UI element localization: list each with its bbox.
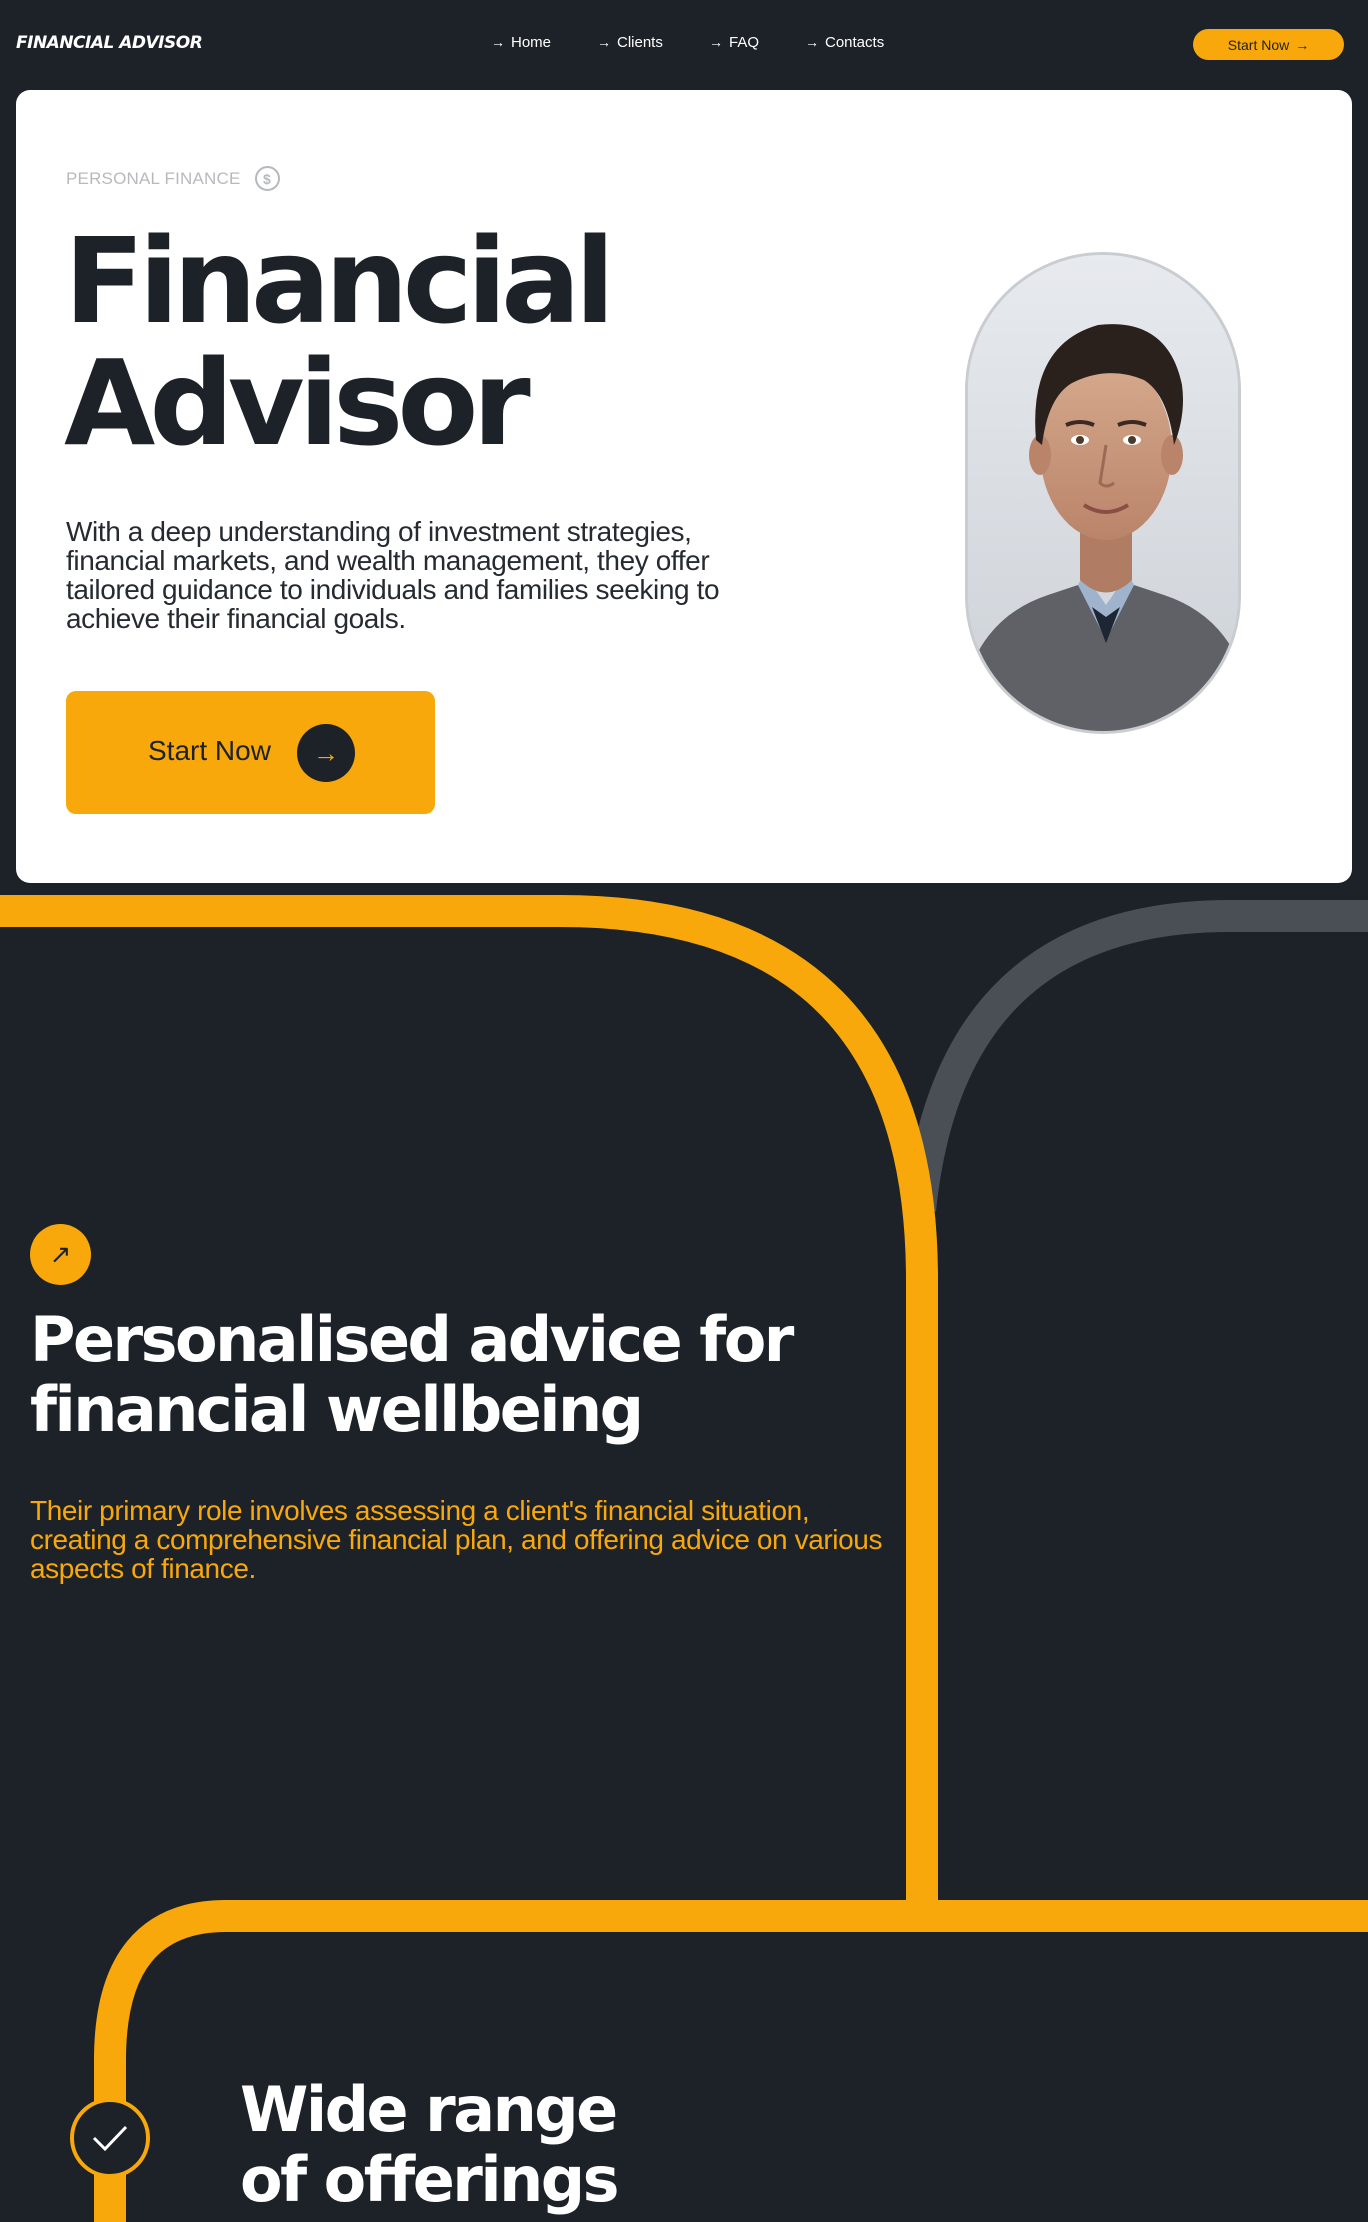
hero-title-line-2: Advisor — [64, 334, 531, 472]
personalised-advice-description: Their primary role involves assessing a … — [30, 1495, 883, 1584]
arrow-right-icon: → — [1295, 36, 1310, 53]
nav-link-label: Contacts — [825, 34, 885, 51]
hero-title: Financial Advisor — [64, 212, 615, 472]
arrow-up-right-icon: ↗ — [30, 1224, 91, 1285]
offerings-title: Wide range of offerings — [240, 2075, 740, 2215]
nav-cta-label: Start Now — [1227, 36, 1290, 53]
eyebrow-label: PERSONAL FINANCE — [66, 168, 241, 188]
start-now-hero-button[interactable]: Start Now → — [66, 691, 435, 814]
arrow-right-icon: → — [709, 34, 723, 50]
grey-curve — [904, 900, 1368, 1212]
nav-link-contacts[interactable]: → Contacts — [805, 34, 884, 51]
arrow-right-icon: → — [805, 34, 819, 50]
title-line-1: Personalised advice for — [30, 1303, 794, 1376]
nav-link-faq[interactable]: → FAQ — [709, 34, 759, 51]
title-line-2: financial wellbeing — [30, 1373, 644, 1446]
arrow-right-icon: → — [491, 34, 505, 50]
nav-link-label: Home — [511, 34, 552, 51]
nav-link-label: FAQ — [729, 34, 760, 51]
arrow-right-icon: → — [597, 34, 611, 50]
check-icon — [70, 2098, 150, 2178]
title-line-1: Wide range — [240, 2073, 618, 2146]
nav-link-label: Clients — [617, 34, 663, 51]
hero-description: With a deep understanding of investment … — [66, 516, 720, 634]
arrow-right-icon: → — [297, 724, 355, 782]
nav-links: → Home → Clients → FAQ → Contacts — [0, 34, 1368, 54]
hero-title-line-1: Financial — [64, 212, 615, 350]
dollar-coin-icon: $ — [254, 166, 280, 191]
portrait-illustration — [968, 255, 1238, 731]
personalised-advice-title: Personalised advice for financial wellbe… — [30, 1305, 890, 1445]
nav-link-clients[interactable]: → Clients — [597, 34, 663, 51]
start-now-nav-button[interactable]: Start Now → — [1193, 29, 1344, 60]
nav-link-home[interactable]: → Home — [491, 34, 551, 51]
hero-card: PERSONAL FINANCE $ Financial Advisor Wit… — [16, 90, 1352, 883]
hero-eyebrow: PERSONAL FINANCE $ — [66, 166, 280, 191]
advisor-portrait — [965, 252, 1241, 734]
hero-button-label: Start Now — [148, 735, 271, 766]
top-navigation: FINANCIAL ADVISOR → Home → Clients → FAQ → C… — [0, 0, 1368, 90]
title-line-2: of offerings — [240, 2143, 620, 2216]
